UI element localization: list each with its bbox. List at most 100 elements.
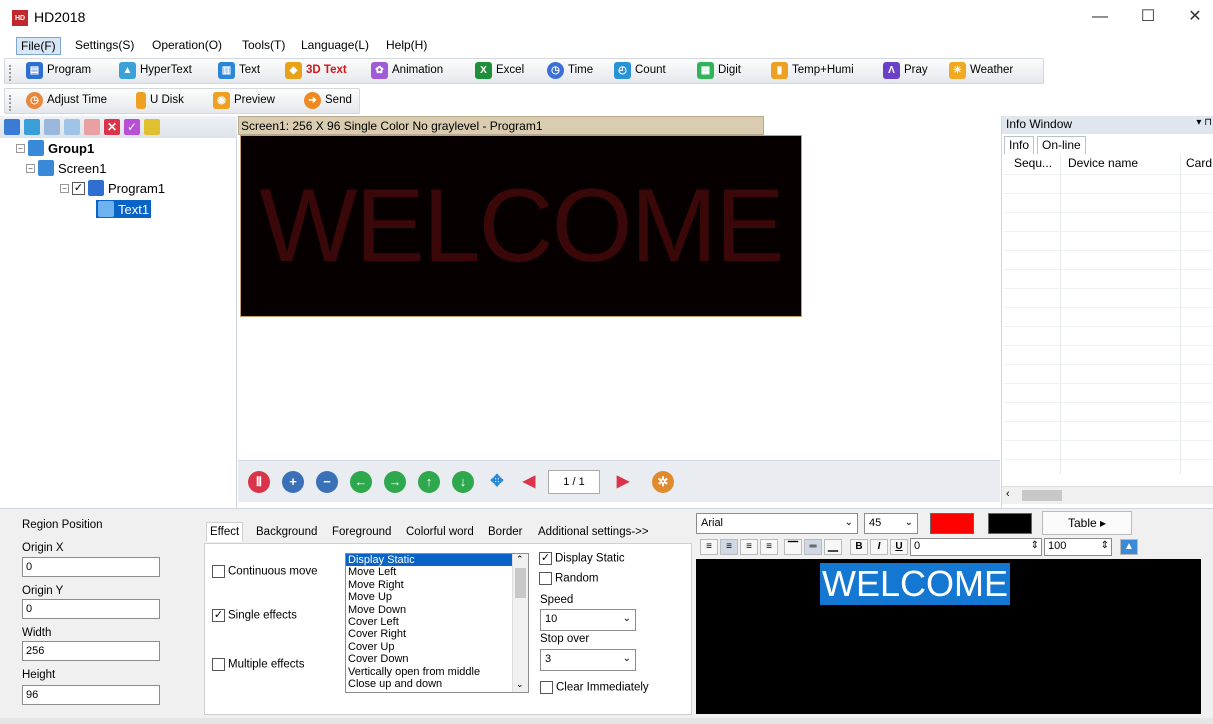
copy-icon[interactable] — [44, 119, 60, 135]
check-icon[interactable]: ✓ — [124, 119, 140, 135]
delete-icon[interactable]: ✕ — [104, 119, 120, 135]
arrow-down-icon[interactable]: ↓ — [452, 471, 474, 493]
list-scrollbar[interactable]: ⌃ ⌄ — [512, 554, 528, 692]
zoom-in-icon[interactable]: + — [282, 471, 304, 493]
move-all-icon[interactable]: ✥ — [486, 471, 508, 493]
list-item[interactable]: Cover Down — [346, 653, 528, 665]
single-effects-checkbox[interactable]: ✓ — [212, 609, 225, 622]
origin-y-field[interactable]: 0 — [22, 599, 160, 619]
continuous-move-checkbox[interactable] — [212, 565, 225, 578]
tab-background[interactable]: Background — [253, 523, 320, 541]
pray-button[interactable]: Λ Pray — [883, 60, 928, 80]
scroll-down-icon[interactable]: ⌄ — [516, 679, 524, 690]
menu-help[interactable]: Help(H) — [382, 37, 431, 53]
u-disk-button[interactable]: U Disk — [136, 90, 184, 110]
random-option[interactable]: Random — [539, 572, 598, 585]
effect-list[interactable]: Display Static Move Left Move Right Move… — [345, 553, 529, 693]
text-editor[interactable]: WELCOME — [696, 559, 1201, 714]
3d-text-button[interactable]: ◆ 3D Text — [285, 60, 347, 80]
menu-tools[interactable]: Tools(T) — [238, 37, 289, 53]
excel-button[interactable]: X Excel — [475, 60, 524, 80]
temp-humi-button[interactable]: ▮ Temp+Humi — [771, 60, 854, 80]
toolbar-grip[interactable] — [9, 65, 12, 81]
collapse-icon[interactable]: − — [16, 143, 25, 153]
tab-effect[interactable]: Effect — [206, 522, 244, 542]
list-item[interactable]: Move Up — [346, 591, 528, 603]
pin-icon[interactable]: ▾ ⊓ — [1196, 117, 1212, 128]
font-size-select[interactable]: 45 ⌄ — [864, 513, 918, 534]
search-icon[interactable] — [144, 119, 160, 135]
tree-node-program[interactable]: − ✓ Program1 — [60, 180, 165, 196]
random-checkbox[interactable] — [539, 572, 552, 585]
multiple-effects-option[interactable]: Multiple effects — [212, 658, 305, 671]
tree-node-screen[interactable]: − Screen1 — [26, 160, 106, 176]
height-field[interactable]: 96 — [22, 685, 160, 705]
tab-online[interactable]: On-line — [1037, 136, 1086, 154]
move-down-icon[interactable] — [84, 119, 100, 135]
tree-node-group[interactable]: − Group1 — [16, 140, 94, 156]
align-bottom-icon[interactable]: ⎽ — [824, 539, 842, 555]
adjust-time-button[interactable]: ◷ Adjust Time — [26, 90, 107, 110]
list-item[interactable]: Cover Up — [346, 641, 528, 653]
stepper-icon[interactable]: ⇕ — [1101, 540, 1109, 551]
image-icon[interactable]: ▲ — [1120, 539, 1138, 555]
tab-additional-settings[interactable]: Additional settings->> — [535, 523, 652, 541]
align-right-icon[interactable]: ≡ — [740, 539, 758, 555]
column-header-device-name[interactable]: Device name — [1068, 156, 1138, 170]
count-button[interactable]: ◴ Count — [614, 60, 666, 80]
menu-file[interactable]: File(F) — [16, 37, 61, 55]
stepper-icon[interactable]: ⇕ — [1031, 540, 1039, 551]
tab-info[interactable]: Info — [1004, 136, 1035, 154]
align-top-icon[interactable]: ⎺ — [784, 539, 802, 555]
tree-node-text[interactable]: Text1 — [96, 200, 152, 218]
arrow-up-icon[interactable]: ↑ — [418, 471, 440, 493]
menu-operation[interactable]: Operation(O) — [148, 37, 226, 53]
display-static-option[interactable]: ✓ Display Static — [539, 552, 625, 565]
preview-button[interactable]: ◉ Preview — [213, 90, 275, 110]
add-program-icon[interactable] — [24, 119, 40, 135]
align-left-icon[interactable]: ≡ — [700, 539, 718, 555]
list-item[interactable]: Move Down — [346, 604, 528, 616]
tab-border[interactable]: Border — [485, 523, 526, 541]
program-button[interactable]: ▤ Program — [26, 60, 91, 80]
weather-button[interactable]: ☀ Weather — [949, 60, 1013, 80]
zoom-out-icon[interactable]: − — [316, 471, 338, 493]
font-select[interactable]: Arial ⌄ — [696, 513, 858, 534]
editor-selected-text[interactable]: WELCOME — [820, 563, 1011, 605]
indent-field[interactable]: 0 ⇕ — [910, 538, 1042, 556]
horizontal-scrollbar[interactable]: ‹ — [1002, 486, 1213, 504]
background-color-picker[interactable] — [988, 513, 1032, 534]
align-center-icon[interactable]: ≡ — [720, 539, 738, 555]
pause-icon[interactable]: Ⅱ — [248, 471, 270, 493]
list-item[interactable]: Vertically open from middle — [346, 666, 528, 678]
toolbar-grip[interactable] — [9, 95, 12, 111]
collapse-icon[interactable]: − — [60, 183, 69, 193]
led-screen-preview[interactable]: WELCOME — [240, 135, 802, 317]
italic-icon[interactable]: I — [870, 539, 888, 555]
bold-icon[interactable]: B — [850, 539, 868, 555]
single-effects-option[interactable]: ✓ Single effects — [212, 609, 297, 622]
column-header-sequence[interactable]: Sequ... — [1014, 156, 1052, 170]
arrow-right-icon[interactable]: → — [384, 471, 406, 493]
time-button[interactable]: ◷ Time — [547, 60, 593, 80]
send-button[interactable]: ➜ Send — [304, 90, 352, 110]
list-item[interactable]: Display Static — [346, 554, 512, 567]
width-field[interactable]: 256 — [22, 641, 160, 661]
list-item[interactable]: Cover Left — [346, 616, 528, 628]
digit-button[interactable]: ▦ Digit — [697, 60, 741, 80]
scroll-up-icon[interactable]: ⌃ — [516, 554, 524, 565]
list-item[interactable]: Cover Right — [346, 628, 528, 640]
list-item[interactable]: Move Left — [346, 566, 528, 578]
settings-icon[interactable]: ✲ — [652, 471, 674, 493]
scroll-left-icon[interactable]: ‹ — [1006, 488, 1010, 500]
text-button[interactable]: ▥ Text — [218, 60, 260, 80]
scroll-thumb[interactable] — [1022, 490, 1062, 501]
clear-immediately-checkbox[interactable] — [540, 681, 553, 694]
speed-select[interactable]: 10 ⌄ — [540, 609, 636, 631]
text-color-picker[interactable] — [930, 513, 974, 534]
scroll-thumb[interactable] — [515, 568, 526, 598]
move-up-icon[interactable] — [64, 119, 80, 135]
tab-foreground[interactable]: Foreground — [329, 523, 394, 541]
minimize-button[interactable]: — — [1080, 4, 1120, 30]
multiple-effects-checkbox[interactable] — [212, 658, 225, 671]
